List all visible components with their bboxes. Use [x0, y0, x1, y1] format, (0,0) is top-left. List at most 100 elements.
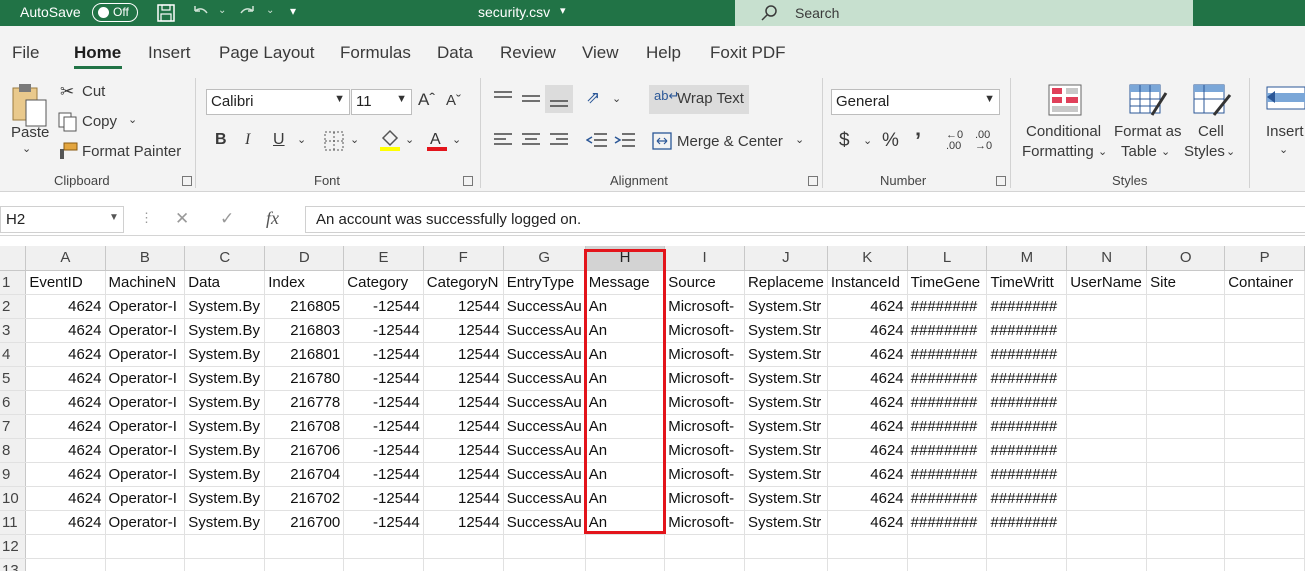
top-align-icon[interactable]: [493, 89, 513, 107]
cell-m8[interactable]: ########: [986, 438, 1068, 463]
cell-f6[interactable]: 12544: [423, 390, 504, 415]
row-header[interactable]: 9: [0, 462, 27, 487]
cell-p13[interactable]: [1224, 558, 1305, 571]
tab-formulas[interactable]: Formulas: [340, 43, 411, 63]
tab-insert[interactable]: Insert: [148, 43, 191, 63]
cell-c7[interactable]: System.By: [184, 414, 266, 439]
cell-d7[interactable]: 216708: [264, 414, 345, 439]
cell-h9[interactable]: An: [585, 462, 666, 487]
tab-home[interactable]: Home: [74, 43, 121, 63]
italic-button[interactable]: I: [245, 131, 250, 149]
cell-e2[interactable]: -12544: [343, 294, 424, 319]
decrease-decimal-icon[interactable]: .00 →0: [975, 130, 992, 152]
cell-p8[interactable]: [1224, 438, 1305, 463]
cell-o12[interactable]: [1146, 534, 1226, 559]
font-size-select[interactable]: 11 ▼: [351, 89, 412, 115]
paste-dropdown-icon[interactable]: ⌄: [22, 142, 31, 155]
cell-p2[interactable]: [1224, 294, 1305, 319]
chevron-down-icon[interactable]: ▼: [109, 212, 119, 223]
filename-dropdown-icon[interactable]: ▾: [560, 4, 566, 17]
cell-j3[interactable]: System.Str: [744, 318, 828, 343]
cell-g10[interactable]: SuccessAu: [503, 486, 586, 511]
cell-i11[interactable]: Microsoft-: [664, 510, 745, 535]
cell-e4[interactable]: -12544: [343, 342, 424, 367]
cell-b1[interactable]: MachineN: [105, 270, 186, 295]
increase-font-size-icon[interactable]: Aˆ: [418, 90, 435, 110]
cancel-icon[interactable]: ✕: [175, 209, 189, 229]
cell-g6[interactable]: SuccessAu: [503, 390, 586, 415]
cell-e9[interactable]: -12544: [343, 462, 424, 487]
column-header-b[interactable]: B: [105, 246, 186, 271]
cell-k11[interactable]: 4624: [827, 510, 908, 535]
cell-i8[interactable]: Microsoft-: [664, 438, 745, 463]
paste-button[interactable]: Paste: [11, 124, 49, 141]
cell-c6[interactable]: System.By: [184, 390, 266, 415]
cell-k10[interactable]: 4624: [827, 486, 908, 511]
cell-k6[interactable]: 4624: [827, 390, 908, 415]
underline-button[interactable]: U: [273, 131, 285, 149]
cell-n5[interactable]: [1066, 366, 1148, 391]
cell-styles-icon[interactable]: [1192, 83, 1232, 117]
cell-b8[interactable]: Operator-I: [105, 438, 186, 463]
row-header[interactable]: 4: [0, 342, 27, 367]
number-launcher-icon[interactable]: [996, 176, 1006, 186]
cell-k4[interactable]: 4624: [827, 342, 908, 367]
cell-g11[interactable]: SuccessAu: [503, 510, 586, 535]
cell-o6[interactable]: [1146, 390, 1226, 415]
cell-i9[interactable]: Microsoft-: [664, 462, 745, 487]
cell-f9[interactable]: 12544: [423, 462, 504, 487]
cell-h8[interactable]: An: [585, 438, 666, 463]
row-header[interactable]: 5: [0, 366, 27, 391]
cell-c8[interactable]: System.By: [184, 438, 266, 463]
cell-k1[interactable]: InstanceId: [827, 270, 908, 295]
number-format-select[interactable]: General ▼: [831, 89, 1000, 115]
cell-c10[interactable]: System.By: [184, 486, 266, 511]
cell-h2[interactable]: An: [585, 294, 666, 319]
column-header-p[interactable]: P: [1224, 246, 1305, 271]
cell-n11[interactable]: [1066, 510, 1148, 535]
cell-o2[interactable]: [1146, 294, 1226, 319]
cell-j2[interactable]: System.Str: [744, 294, 828, 319]
name-box[interactable]: H2 ▼: [0, 206, 124, 233]
cell-p10[interactable]: [1224, 486, 1305, 511]
cell-n13[interactable]: [1066, 558, 1148, 571]
cell-a13[interactable]: [25, 558, 106, 571]
cell-o4[interactable]: [1146, 342, 1226, 367]
cell-e13[interactable]: [343, 558, 424, 571]
cell-i12[interactable]: [664, 534, 745, 559]
cell-l8[interactable]: ########: [907, 438, 988, 463]
cell-n12[interactable]: [1066, 534, 1148, 559]
cell-f7[interactable]: 12544: [423, 414, 504, 439]
conditional-formatting-label-1[interactable]: Conditional: [1026, 123, 1101, 140]
cell-e1[interactable]: Category: [343, 270, 424, 295]
underline-dropdown-icon[interactable]: ⌄: [297, 133, 306, 146]
cell-i10[interactable]: Microsoft-: [664, 486, 745, 511]
increase-indent-icon[interactable]: [614, 131, 636, 149]
cell-d4[interactable]: 216801: [264, 342, 345, 367]
cell-n7[interactable]: [1066, 414, 1148, 439]
cell-h7[interactable]: An: [585, 414, 666, 439]
cell-f10[interactable]: 12544: [423, 486, 504, 511]
cell-l5[interactable]: ########: [907, 366, 988, 391]
cell-l3[interactable]: ########: [907, 318, 988, 343]
cell-m9[interactable]: ########: [986, 462, 1068, 487]
font-name-select[interactable]: Calibri ▼: [206, 89, 350, 115]
cell-d3[interactable]: 216803: [264, 318, 345, 343]
cell-l1[interactable]: TimeGene: [907, 270, 988, 295]
cell-o9[interactable]: [1146, 462, 1226, 487]
cell-a5[interactable]: 4624: [25, 366, 106, 391]
tab-data[interactable]: Data: [437, 43, 473, 63]
cell-m5[interactable]: ########: [986, 366, 1068, 391]
cell-p4[interactable]: [1224, 342, 1305, 367]
cell-d13[interactable]: [264, 558, 345, 571]
cell-b12[interactable]: [105, 534, 186, 559]
cell-b13[interactable]: [105, 558, 186, 571]
cell-p9[interactable]: [1224, 462, 1305, 487]
copy-dropdown-icon[interactable]: ⌄: [128, 113, 137, 126]
cell-o1[interactable]: Site: [1146, 270, 1226, 295]
cell-g4[interactable]: SuccessAu: [503, 342, 586, 367]
conditional-formatting-label-2[interactable]: Formatting: [1022, 143, 1094, 160]
cell-l7[interactable]: ########: [907, 414, 988, 439]
cell-l10[interactable]: ########: [907, 486, 988, 511]
undo-icon[interactable]: [190, 3, 210, 23]
